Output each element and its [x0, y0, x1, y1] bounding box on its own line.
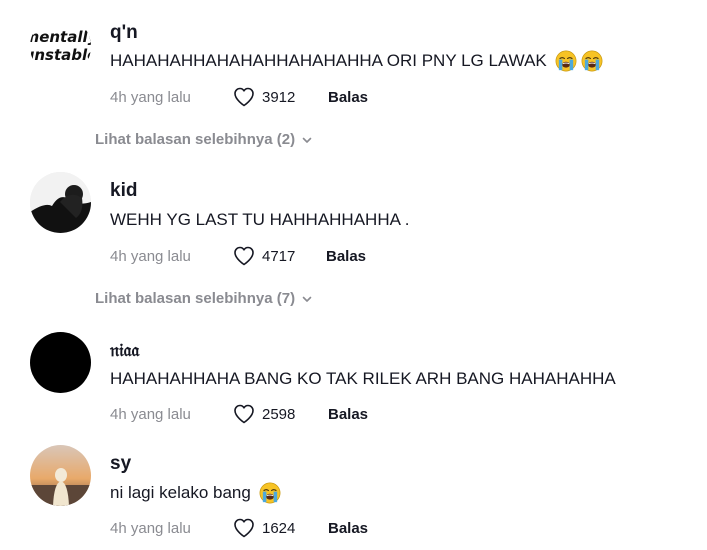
svg-text:unstable: unstable [30, 46, 91, 64]
like-count: 4717 [262, 247, 296, 265]
timestamp: 4h yang lalu [110, 247, 191, 265]
avatar-photo [30, 445, 91, 506]
loudly-crying-face-icon [259, 482, 281, 504]
like-button[interactable]: 3912 [232, 85, 322, 109]
avatar-mentally-unstable-logo: mentally unstable [30, 28, 91, 64]
reply-button[interactable]: Balas [326, 248, 366, 265]
avatar[interactable] [30, 332, 91, 393]
username[interactable]: 𝔫𝔦𝔞𝔞 [110, 340, 139, 361]
comment-text-content: ni lagi kelako bang [110, 483, 251, 502]
like-button[interactable]: 1624 [232, 516, 322, 540]
reply-button[interactable]: Balas [328, 406, 368, 423]
view-more-replies-button[interactable]: Lihat balasan selebihnya (2) [95, 131, 313, 148]
loudly-crying-face-icon [555, 50, 577, 72]
comment-text-content: HAHAHAHHAHA BANG KO TAK RILEK ARH BANG H… [110, 369, 616, 388]
avatar[interactable] [30, 172, 91, 233]
timestamp: 4h yang lalu [110, 519, 191, 537]
reply-button[interactable]: Balas [328, 89, 368, 106]
avatar[interactable] [30, 445, 91, 506]
timestamp: 4h yang lalu [110, 88, 191, 106]
chevron-down-icon [301, 293, 313, 305]
username[interactable]: sy [110, 453, 131, 475]
comment-text: HAHAHAHHAHA BANG KO TAK RILEK ARH BANG H… [110, 369, 616, 389]
username[interactable]: q'n [110, 22, 138, 44]
like-count: 1624 [262, 519, 296, 537]
avatar[interactable]: mentally unstable [30, 16, 91, 77]
comment-text-content: HAHAHAHHAHAHAHHAHAHAHHA ORI PNY LG LAWAK [110, 51, 547, 70]
heart-icon[interactable] [232, 516, 256, 540]
reply-button[interactable]: Balas [328, 520, 368, 537]
view-more-label: Lihat balasan selebihnya (7) [95, 290, 296, 307]
like-count: 3912 [262, 88, 296, 106]
comment-meta: 4h yang lalu 2598 Balas [110, 402, 368, 426]
like-count: 2598 [262, 405, 296, 423]
like-button[interactable]: 4717 [232, 244, 322, 268]
comment-text: ni lagi kelako bang [110, 482, 281, 504]
comment-text-content: WEHH YG LAST TU HAHHAHHAHHA . [110, 210, 410, 229]
comment-meta: 4h yang lalu 3912 Balas [110, 85, 368, 109]
loudly-crying-face-icon [581, 50, 603, 72]
chevron-down-icon [301, 134, 313, 146]
timestamp: 4h yang lalu [110, 405, 191, 423]
heart-icon[interactable] [232, 244, 256, 268]
avatar-photo [30, 172, 91, 233]
heart-icon[interactable] [232, 85, 256, 109]
view-more-label: Lihat balasan selebihnya (2) [95, 131, 296, 148]
heart-icon[interactable] [232, 402, 256, 426]
comment-meta: 4h yang lalu 1624 Balas [110, 516, 368, 540]
comment-text: HAHAHAHHAHAHAHHAHAHAHHA ORI PNY LG LAWAK [110, 50, 603, 72]
svg-text:mentally: mentally [30, 28, 91, 46]
view-more-replies-button[interactable]: Lihat balasan selebihnya (7) [95, 290, 313, 307]
like-button[interactable]: 2598 [232, 402, 328, 426]
comment-meta: 4h yang lalu 4717 Balas [110, 244, 366, 268]
comment-text: WEHH YG LAST TU HAHHAHHAHHA . [110, 210, 409, 230]
username[interactable]: kid [110, 180, 137, 202]
